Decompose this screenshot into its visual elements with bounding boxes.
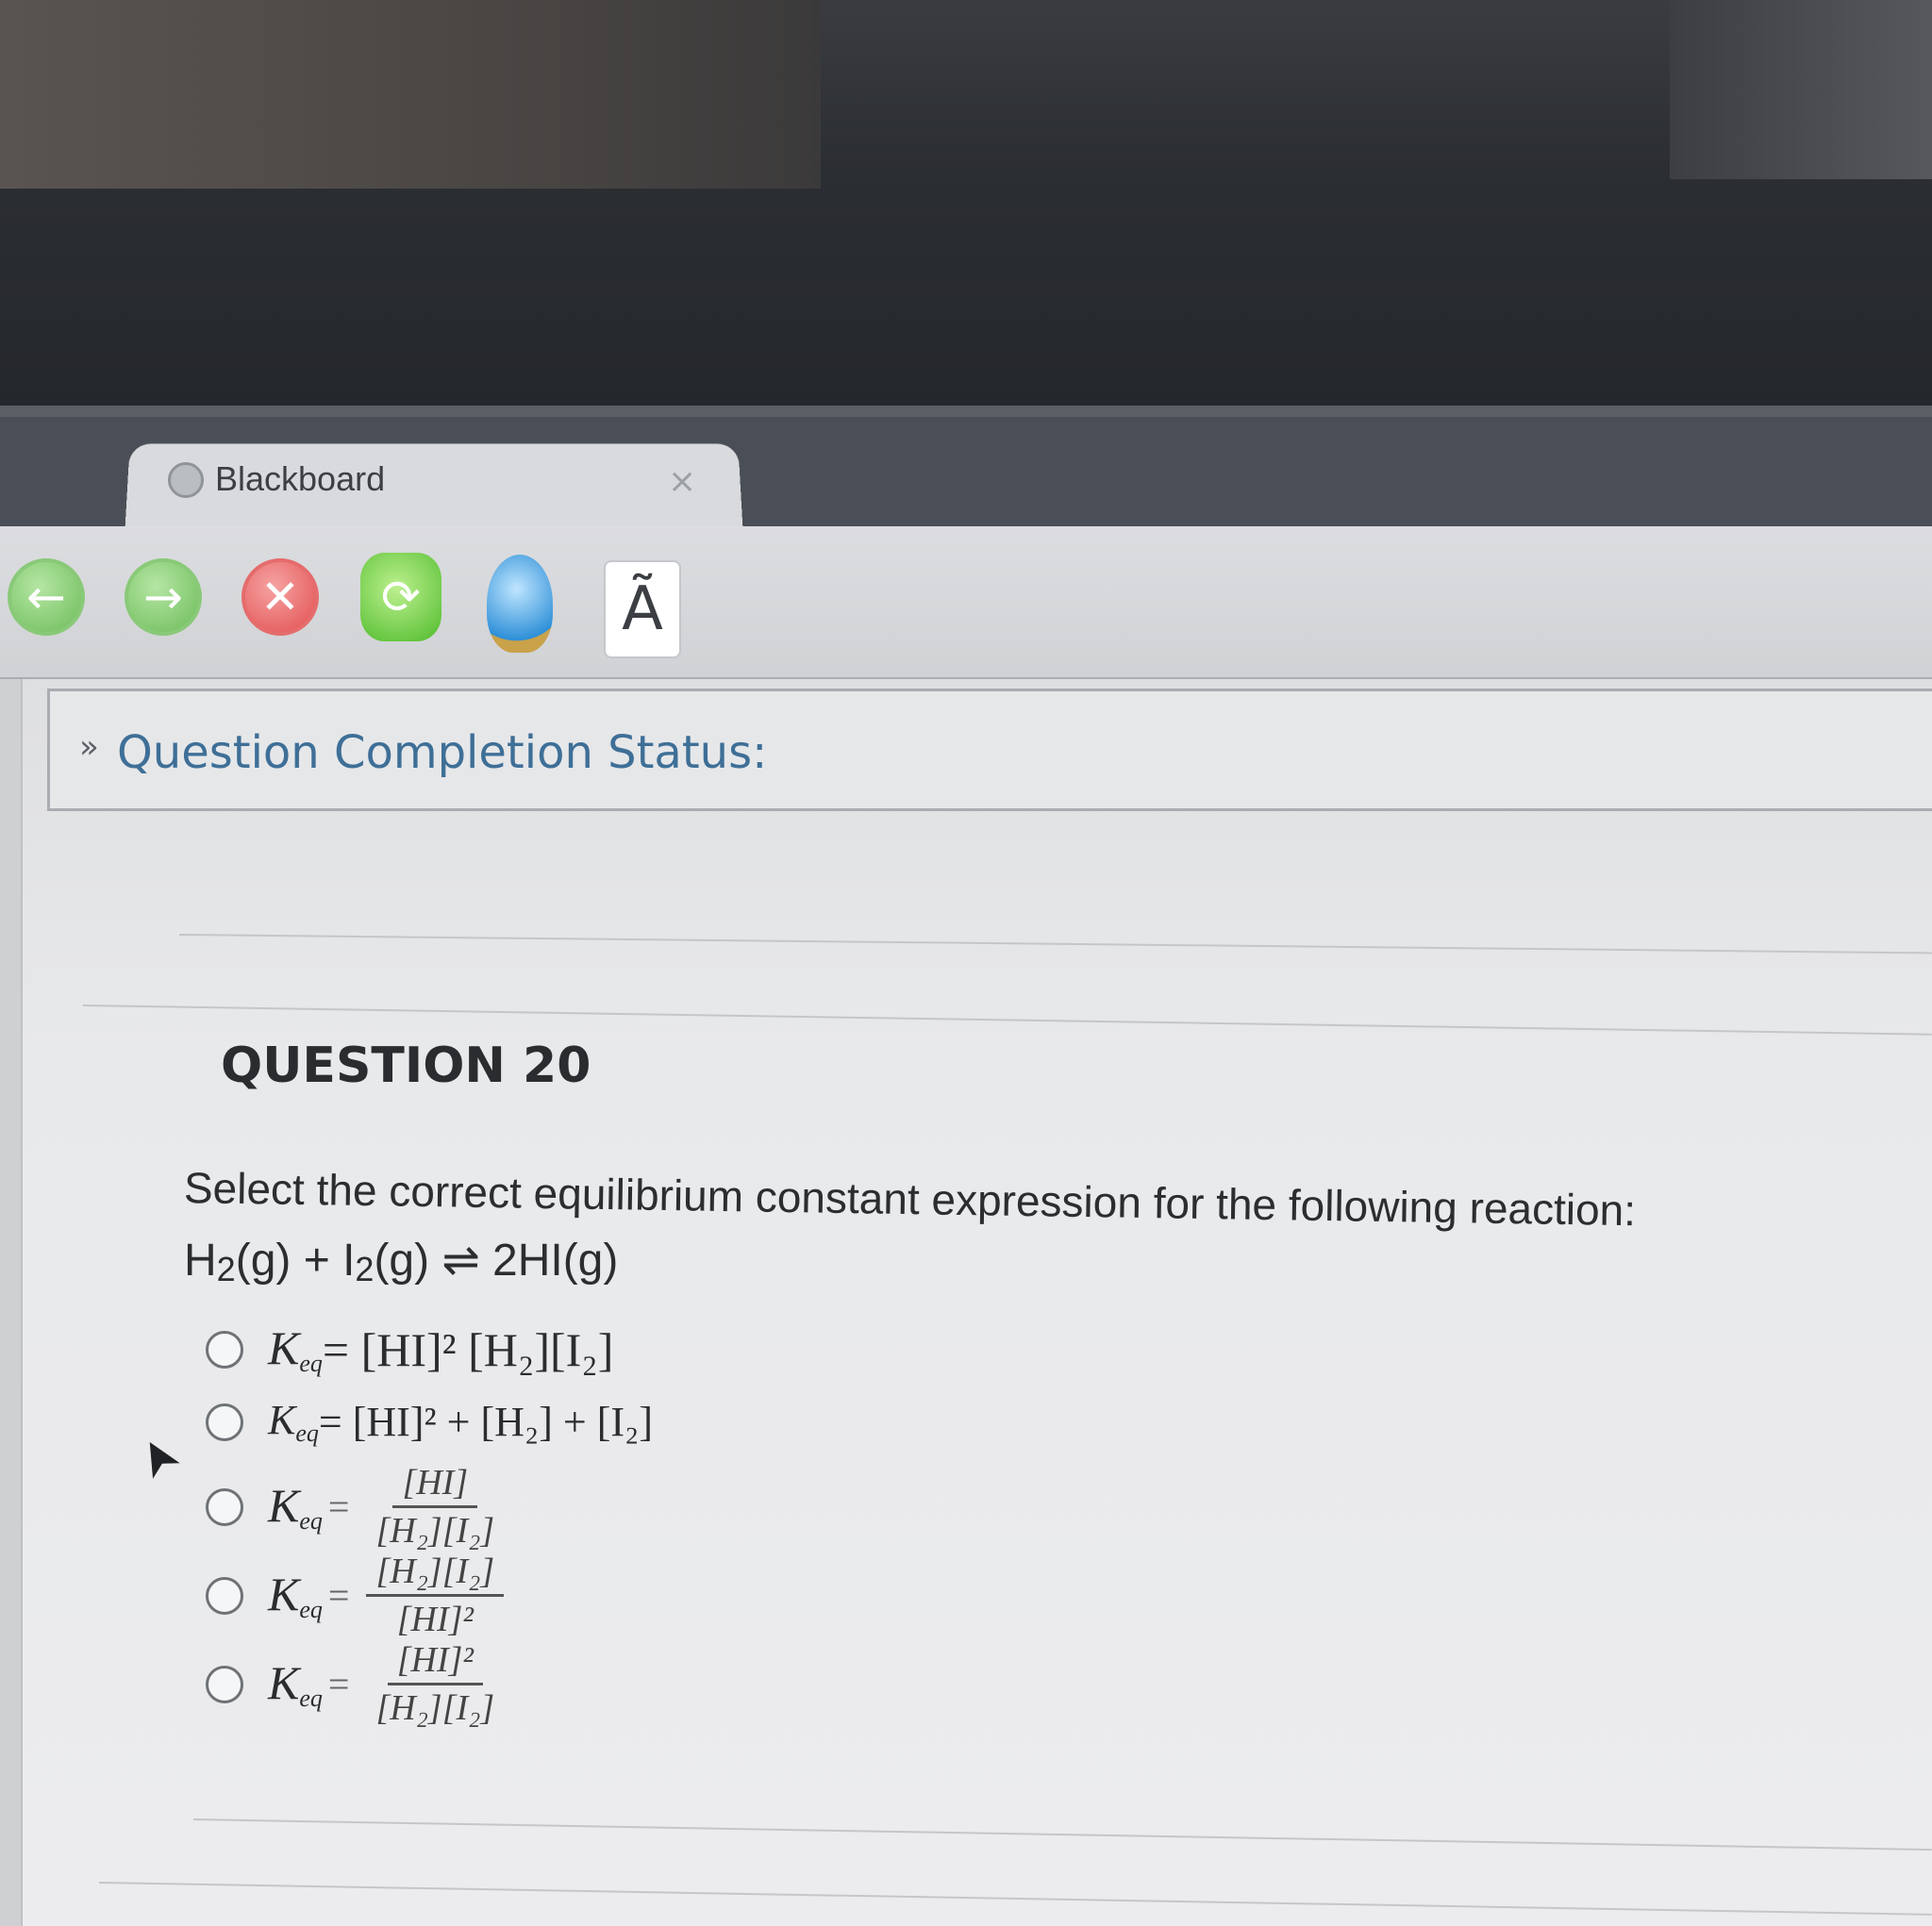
reload-button[interactable]: ⟳ — [360, 553, 441, 641]
page-content — [0, 679, 1932, 1926]
option-formula: Keq = [H₂][I₂] [HI]² — [268, 1549, 505, 1642]
wall-left — [0, 0, 821, 189]
stop-button[interactable]: ✕ — [242, 558, 319, 636]
question-title: QUESTION 20 — [221, 1038, 591, 1094]
denominator: [H₂][I₂] — [375, 1688, 495, 1728]
denominator: [H₂][I₂] — [375, 1511, 495, 1551]
fraction: [H₂][I₂] [HI]² — [366, 1549, 505, 1642]
answer-option-1[interactable]: Keq = [HI]² [H₂][I₂] — [206, 1320, 613, 1378]
option-formula: Keq = [HI]² [H₂][I₂] — [268, 1637, 504, 1731]
chevron-down-icon[interactable]: » — [79, 728, 99, 766]
monitor-bezel — [0, 406, 1932, 417]
reaction-i-subscript: 2 — [355, 1250, 375, 1288]
k-symbol: Keq — [268, 1479, 323, 1535]
numerator: [HI]² — [387, 1637, 483, 1685]
reaction-products: (g) ⇌ 2HI(g) — [374, 1236, 619, 1286]
fraction: [HI]² [H₂][I₂] — [366, 1637, 504, 1731]
tab-title: Blackboard — [215, 459, 386, 498]
k-symbol: Keq — [268, 1397, 319, 1447]
radio-button[interactable] — [206, 1403, 243, 1441]
option-expression: = [HI]² [H₂][I₂] — [322, 1322, 614, 1376]
option-formula: Keq = [HI]² + [H₂] + [I₂] — [268, 1396, 653, 1448]
question-completion-status-label[interactable]: Question Completion Status: — [117, 726, 767, 779]
reaction-h-state: (g) + I — [235, 1236, 356, 1286]
font-size-button[interactable]: Ã — [604, 560, 681, 658]
background-wall — [0, 0, 1932, 417]
option-expression: = [HI]² + [H₂] + [I₂] — [318, 1399, 653, 1445]
denominator: [HI]² — [396, 1600, 474, 1639]
tab-globe-icon — [168, 462, 204, 498]
wall-right — [1670, 0, 1932, 179]
k-symbol: Keq — [268, 1568, 323, 1623]
tab-close-icon[interactable]: × — [668, 462, 696, 501]
back-button[interactable]: ← — [8, 558, 85, 636]
numerator: [HI] — [392, 1460, 478, 1508]
k-symbol: Keq — [268, 1321, 323, 1377]
equals-sign: = — [327, 1663, 350, 1705]
equals-sign: = — [327, 1574, 350, 1617]
fraction: [HI] [H₂][I₂] — [366, 1460, 504, 1553]
page-left-border — [0, 679, 23, 1926]
answer-option-2[interactable]: Keq = [HI]² + [H₂] + [I₂] — [206, 1396, 653, 1448]
forward-button[interactable]: → — [125, 558, 202, 636]
radio-button[interactable] — [206, 1487, 243, 1526]
option-formula: Keq = [HI] [H₂][I₂] — [268, 1460, 504, 1553]
option-formula: Keq = [HI]² [H₂][I₂] — [268, 1320, 613, 1378]
equals-sign: = — [327, 1486, 350, 1528]
answer-option-5[interactable]: Keq = [HI]² [H₂][I₂] — [206, 1637, 504, 1731]
radio-button[interactable] — [206, 1665, 243, 1703]
reaction-h-subscript: 2 — [216, 1250, 236, 1288]
answer-option-3[interactable]: Keq = [HI] [H₂][I₂] — [206, 1460, 504, 1553]
radio-button[interactable] — [206, 1330, 243, 1369]
radio-button[interactable] — [206, 1576, 243, 1615]
question-reaction: H2(g) + I2(g) ⇌ 2HI(g) — [184, 1234, 618, 1289]
home-globe-icon[interactable] — [487, 555, 553, 653]
k-symbol: Keq — [268, 1656, 323, 1712]
reaction-h: H — [184, 1236, 217, 1286]
answer-option-4[interactable]: Keq = [H₂][I₂] [HI]² — [206, 1549, 505, 1642]
numerator: [H₂][I₂] — [366, 1549, 505, 1597]
